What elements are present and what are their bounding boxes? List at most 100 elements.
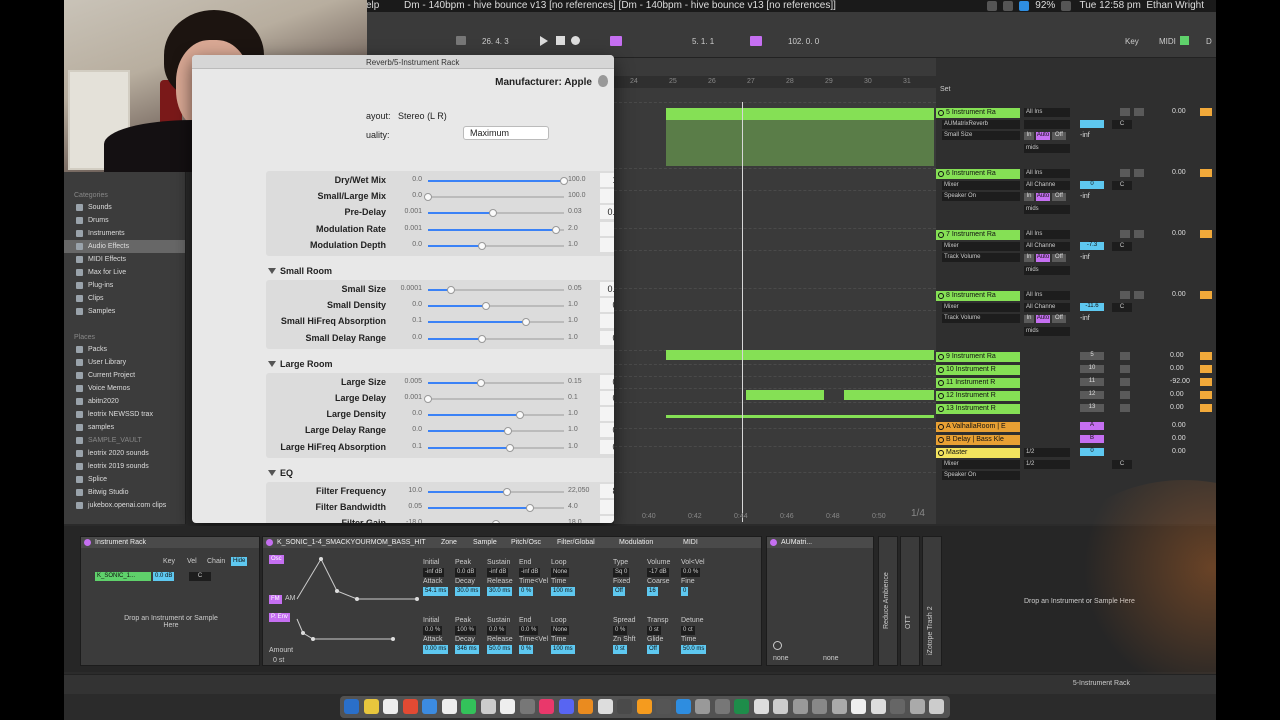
browser-category-item[interactable]: Drums xyxy=(64,214,185,227)
param-value-field[interactable]: 0.0 xyxy=(600,516,614,523)
dock-app-icon[interactable] xyxy=(734,699,749,714)
slider-knob[interactable] xyxy=(551,225,560,234)
dock-app-icon[interactable] xyxy=(402,699,418,714)
track-activator-icon[interactable] xyxy=(938,424,944,430)
param-value-field[interactable]: 100.0 xyxy=(600,173,614,187)
speaker-button[interactable] xyxy=(1200,352,1212,360)
pan-field[interactable]: C xyxy=(1112,181,1132,190)
monitor-auto[interactable]: Auto xyxy=(1036,193,1050,201)
track-lane[interactable] xyxy=(614,428,936,429)
param-value-field[interactable]: 0.061 xyxy=(600,374,614,389)
dock-app-icon[interactable] xyxy=(480,699,496,714)
slider-knob[interactable] xyxy=(424,193,432,202)
param-value[interactable]: -inf dB xyxy=(487,568,509,577)
volume-field[interactable]: -7.3 xyxy=(1080,242,1104,250)
track-lane[interactable] xyxy=(614,228,936,229)
param-value-field[interactable]: 800.0 xyxy=(600,483,614,498)
browser-place-item[interactable]: abitn2020 xyxy=(64,395,185,408)
device-chooser[interactable]: AUMatrixReverb xyxy=(942,120,1020,129)
dock-app-icon[interactable] xyxy=(636,699,652,714)
dock-app-icon[interactable] xyxy=(831,699,847,714)
pan-field[interactable]: C xyxy=(1112,120,1132,129)
param-value[interactable]: 30.0 ms xyxy=(455,587,481,596)
sampler-tab[interactable]: Pitch/Osc xyxy=(511,539,541,546)
track-name[interactable]: Master xyxy=(936,448,1020,458)
param-value-field[interactable]: 0.641 xyxy=(600,439,614,454)
quality-select[interactable]: Maximum xyxy=(463,126,549,140)
monitor-in[interactable]: In xyxy=(1024,132,1034,140)
param-value-field[interactable]: 0.68 xyxy=(600,407,614,422)
param-value[interactable]: 0 % xyxy=(519,645,534,654)
track-activator-icon[interactable] xyxy=(938,354,944,360)
input-channel[interactable]: All Channe xyxy=(1024,242,1070,251)
amp-envelope-graph[interactable] xyxy=(293,555,423,605)
track-name[interactable]: A ValhallaRoom | E xyxy=(936,422,1020,432)
param-slider[interactable] xyxy=(428,177,568,185)
solo-button[interactable] xyxy=(1120,230,1130,238)
browser-category-item[interactable]: Max for Live xyxy=(64,266,185,279)
browser-place-item[interactable]: User Library xyxy=(64,356,185,369)
param-value[interactable]: -17 dB xyxy=(647,568,669,577)
pan-field[interactable]: C xyxy=(1112,303,1132,312)
param-value-field[interactable]: 0.4 xyxy=(600,237,614,252)
osc-label[interactable]: Osc xyxy=(269,555,284,564)
monitor-auto[interactable]: Auto xyxy=(1036,132,1050,140)
dock-app-icon[interactable] xyxy=(617,699,632,714)
slider-knob[interactable] xyxy=(503,427,512,436)
track-lane[interactable] xyxy=(614,310,936,311)
track-name[interactable]: 13 Instrument R xyxy=(936,404,1020,414)
automation-arm-button[interactable] xyxy=(610,36,622,46)
follow-icon[interactable] xyxy=(456,36,466,45)
sampler-device[interactable]: K_SONIC_1-4_SMACKYOURMOM_BASS_HIT Zone Sa… xyxy=(262,536,762,666)
device-chooser[interactable]: Mixer xyxy=(942,303,1020,312)
param-value[interactable]: 346 ms xyxy=(455,645,479,654)
dock-app-icon[interactable] xyxy=(773,699,788,714)
param-chooser[interactable]: Small Size xyxy=(942,131,1020,140)
record-button[interactable] xyxy=(571,36,580,45)
input-type[interactable]: All Ins xyxy=(1024,108,1070,117)
browser-place-item[interactable]: Current Project xyxy=(64,369,185,382)
track-lane[interactable] xyxy=(614,402,936,403)
param-value[interactable]: -inf dB xyxy=(519,568,541,577)
browser-category-item[interactable]: Clips xyxy=(64,292,185,305)
dock-app-icon[interactable] xyxy=(539,699,554,714)
dock-app-icon[interactable] xyxy=(929,699,944,714)
rack-col-hide[interactable]: Hide xyxy=(231,557,248,566)
matrix-reverb-window[interactable]: Reverb/5-Instrument Rack Manufacturer: A… xyxy=(192,55,614,523)
browser-place-item[interactable]: leotrix 2019 sounds xyxy=(64,460,185,473)
solo-button[interactable] xyxy=(1120,391,1130,399)
browser-place-item[interactable]: Voice Memos xyxy=(64,382,185,395)
midi-clip[interactable] xyxy=(666,350,934,360)
track-activator-icon[interactable] xyxy=(938,293,944,299)
param-value[interactable]: 0 st xyxy=(613,645,627,654)
battery-icon[interactable] xyxy=(1019,1,1030,11)
track-activator-icon[interactable] xyxy=(938,393,944,399)
bar-ruler[interactable]: 24 25 26 27 28 29 30 31 xyxy=(614,76,936,88)
solo-button[interactable] xyxy=(1120,378,1130,386)
wifi-icon[interactable] xyxy=(1003,1,1014,11)
track-lane[interactable] xyxy=(614,446,936,447)
disclosure-triangle-icon[interactable] xyxy=(268,469,276,476)
speaker-button[interactable] xyxy=(1200,169,1212,177)
slider-knob[interactable] xyxy=(478,241,487,250)
penv-label[interactable]: P. Env xyxy=(269,613,290,622)
pan-field[interactable]: C xyxy=(1112,242,1132,251)
browser-place-item[interactable]: Packs xyxy=(64,343,185,356)
param-value[interactable]: 100 % xyxy=(455,626,477,635)
dock-app-icon[interactable] xyxy=(714,699,730,714)
track-name[interactable]: B Delay | Bass Kle xyxy=(936,435,1020,445)
input-type[interactable]: All Ins xyxy=(1024,230,1070,239)
track-activator-icon[interactable] xyxy=(938,232,944,238)
slider-knob[interactable] xyxy=(526,503,534,512)
param-slider[interactable] xyxy=(428,241,564,250)
slider-knob[interactable] xyxy=(521,318,530,327)
output-type[interactable]: mids xyxy=(1024,144,1070,153)
param-value-field[interactable]: 0.0 xyxy=(600,189,614,204)
slider-knob[interactable] xyxy=(478,334,487,343)
track-lane[interactable] xyxy=(614,102,936,103)
monitor-in[interactable]: In xyxy=(1024,315,1034,323)
track-activator-icon[interactable] xyxy=(938,110,944,116)
param-value[interactable]: 0 % xyxy=(519,587,534,596)
loop-start[interactable]: 5. 1. 1 xyxy=(692,37,714,46)
browser-place-item[interactable]: leotrix 2020 sounds xyxy=(64,447,185,460)
